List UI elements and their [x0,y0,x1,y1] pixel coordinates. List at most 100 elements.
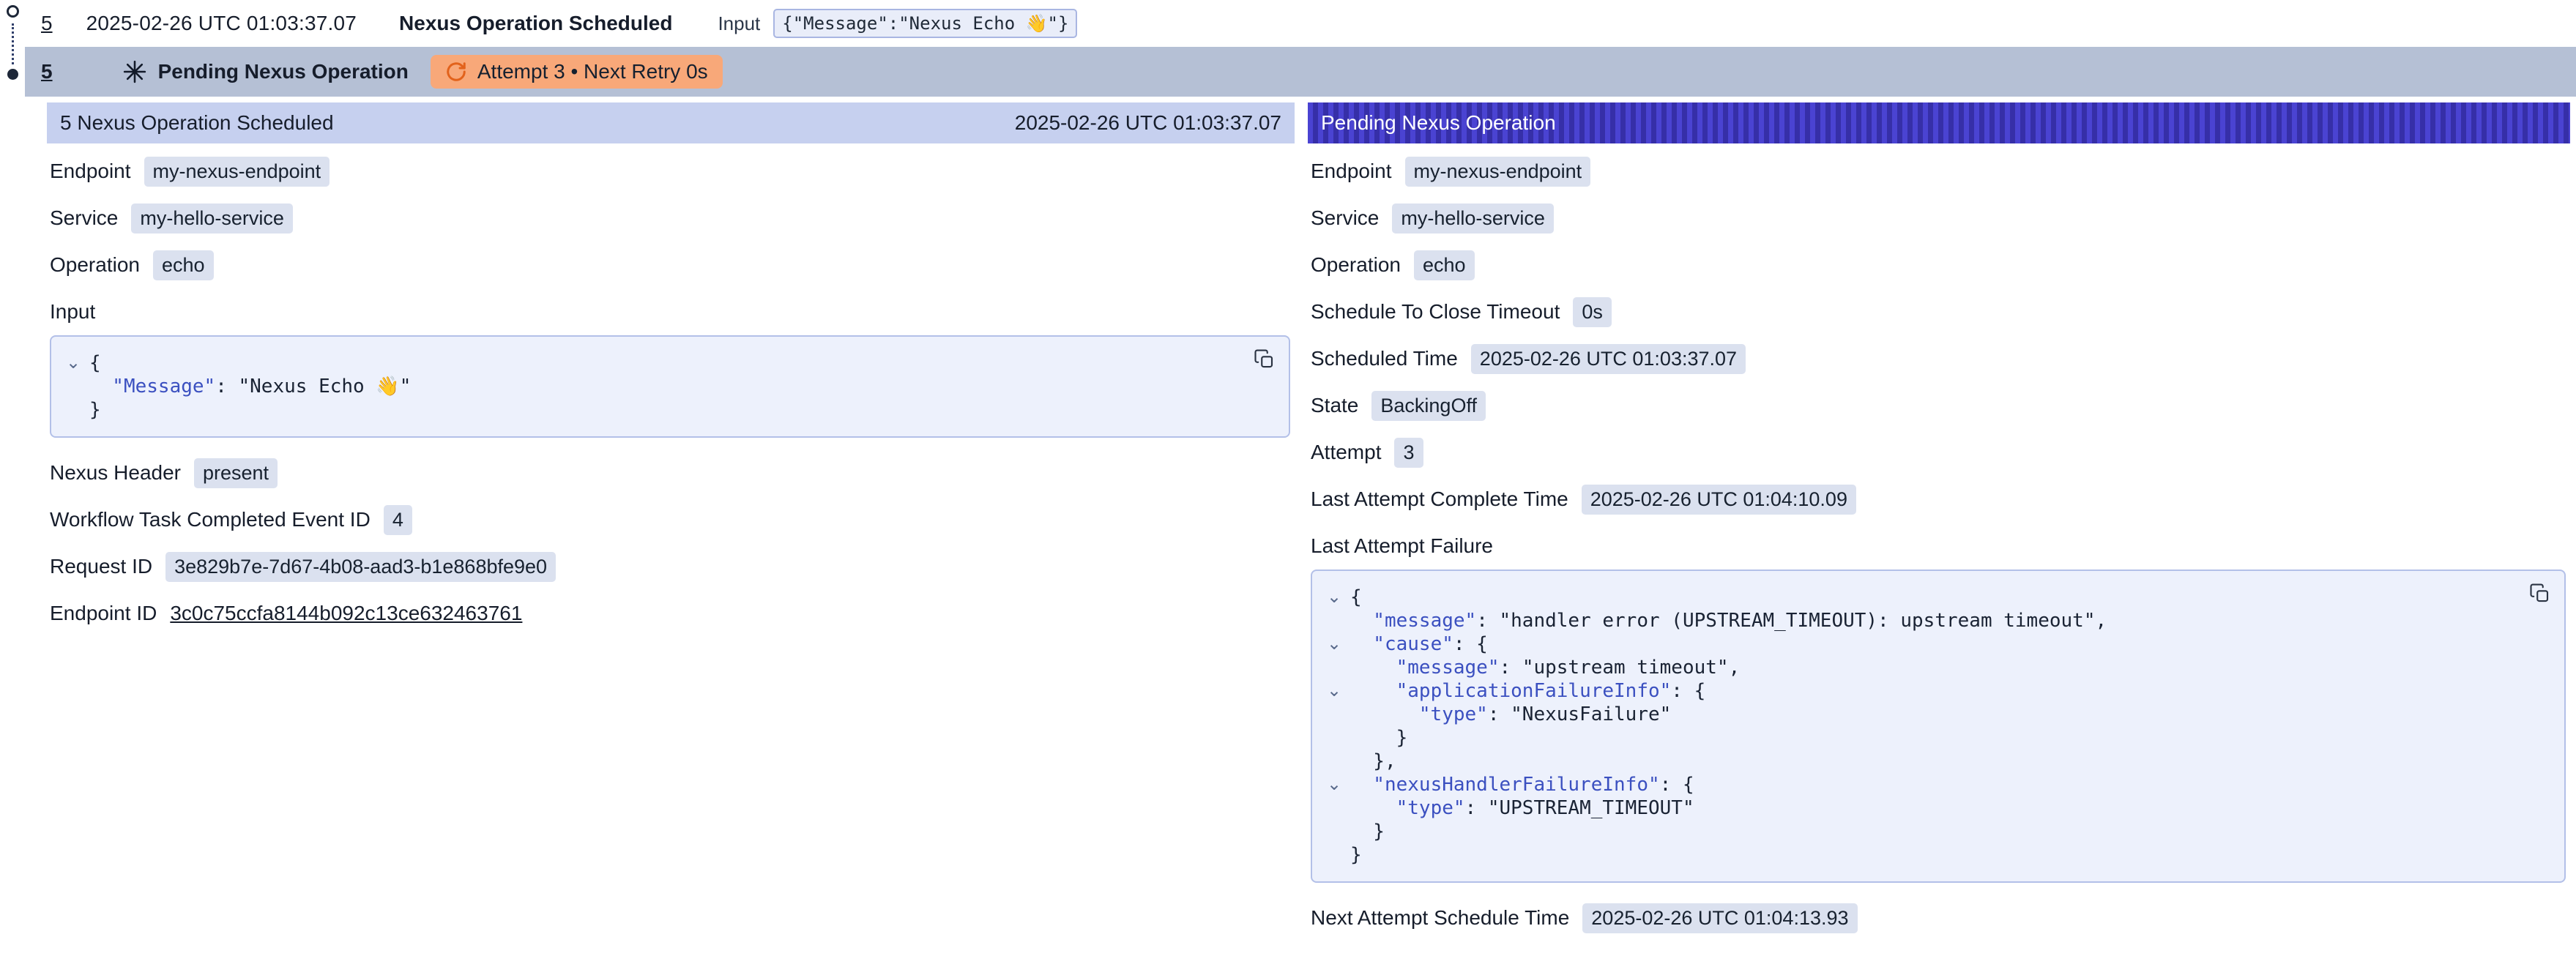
collapse-chevron-icon[interactable]: ⌄ [1318,632,1350,656]
code-line: ⌄"cause": { [1318,632,2513,656]
field-row-request-id: Request ID 3e829b7e-7d67-4b08-aad3-b1e86… [50,552,1295,581]
code-line: }, [1318,750,2513,773]
code-gutter [1318,750,1350,773]
copy-icon [1254,362,1276,373]
copy-button[interactable] [1251,346,1278,376]
code-gutter [57,398,89,422]
event-id-link[interactable]: 5 [41,12,53,35]
code-gutter [1318,609,1350,632]
field-row-endpoint: Endpoint my-nexus-endpoint [50,157,1295,186]
field-row-service: Service my-hello-service [1311,203,2570,233]
code-gutter [1318,820,1350,843]
event-title: Pending Nexus Operation [158,60,409,83]
field-value-chip: 3 [1394,438,1423,468]
event-row-pending-nexus-operation[interactable]: 5 Pending Nexus Operation Attempt 3 • Ne… [25,47,2576,97]
code-gutter [1318,796,1350,820]
field-label: Operation [50,253,140,277]
code-line: ⌄{ [1318,586,2513,609]
timeline-start-circle-icon [7,5,19,18]
field-label: Scheduled Time [1311,347,1458,370]
timeline-gutter [0,0,29,102]
field-value-chip: 2025-02-26 UTC 01:04:13.93 [1582,903,1857,933]
field-label: Endpoint [50,160,131,183]
panel-header-pending: Pending Nexus Operation [1308,102,2570,143]
code-line: ⌄"nexusHandlerFailureInfo": { [1318,773,2513,796]
field-value-chip: my-hello-service [131,203,293,234]
last-attempt-failure-label: Last Attempt Failure [1311,531,2570,561]
input-label: Input [718,12,760,35]
code-line: "type": "UPSTREAM_TIMEOUT" [1318,796,2513,820]
field-value-chip: BackingOff [1371,391,1486,421]
retry-icon [445,61,467,83]
field-row-last-attempt-complete-time: Last Attempt Complete Time 2025-02-26 UT… [1311,485,2570,514]
attempt-retry-badge: Attempt 3 • Next Retry 0s [431,55,723,89]
field-row-scheduled-time: Scheduled Time 2025-02-26 UTC 01:03:37.0… [1311,344,2570,373]
input-json-block: ⌄{"Message": "Nexus Echo 👋"} [50,335,1290,438]
failure-json-block: ⌄{"message": "handler error (UPSTREAM_TI… [1311,570,2566,883]
panel-title: 5 Nexus Operation Scheduled [60,111,334,135]
field-row-operation: Operation echo [1311,250,2570,280]
field-label: Request ID [50,555,152,578]
code-line: ⌄"applicationFailureInfo": { [1318,679,2513,703]
field-label: Next Attempt Schedule Time [1311,906,1569,930]
event-detail-panels: 5 Nexus Operation Scheduled 2025-02-26 U… [47,102,2570,950]
endpoint-id-link[interactable]: 3c0c75ccfa8144b092c13ce632463761 [170,602,522,625]
field-row-endpoint-id: Endpoint ID 3c0c75ccfa8144b092c13ce63246… [50,599,1295,628]
event-row-nexus-operation-scheduled[interactable]: 5 2025-02-26 UTC 01:03:37.07 Nexus Opera… [0,0,2576,47]
copy-button[interactable] [2526,580,2554,610]
field-row-nexus-header: Nexus Header present [50,458,1295,488]
code-gutter [57,375,89,398]
field-row-attempt: Attempt 3 [1311,438,2570,467]
field-row-state: State BackingOff [1311,391,2570,420]
panel-body-pending: Endpoint my-nexus-endpoint Service my-he… [1308,143,2570,933]
field-label: Service [1311,206,1379,230]
field-row-next-attempt-schedule-time: Next Attempt Schedule Time 2025-02-26 UT… [1311,903,2570,933]
panel-nexus-operation-scheduled: 5 Nexus Operation Scheduled 2025-02-26 U… [47,102,1295,646]
field-row-workflow-task-completed-event-id: Workflow Task Completed Event ID 4 [50,505,1295,534]
code-line: } [57,398,1237,422]
field-value-chip: my-hello-service [1392,203,1554,234]
field-value-chip: present [194,458,278,488]
code-gutter [1318,656,1350,679]
event-timestamp: 2025-02-26 UTC 01:03:37.07 [86,12,357,35]
event-title: Nexus Operation Scheduled [399,12,672,35]
pending-asterisk-icon [123,60,146,83]
collapse-chevron-icon[interactable]: ⌄ [57,351,89,375]
code-line: ⌄{ [57,351,1237,375]
code-line: "message": "handler error (UPSTREAM_TIME… [1318,609,2513,632]
field-label: Endpoint [1311,160,1392,183]
field-value-chip: 0s [1573,297,1612,327]
input-preview-chip[interactable]: {"Message":"Nexus Echo 👋"} [773,9,1077,38]
attempt-badge-label: Attempt 3 • Next Retry 0s [477,60,708,83]
field-value-chip: my-nexus-endpoint [1405,157,1591,187]
field-label: Nexus Header [50,461,181,485]
panel-timestamp: 2025-02-26 UTC 01:03:37.07 [1015,111,1281,135]
copy-icon [2529,596,2551,607]
panel-title: Pending Nexus Operation [1321,111,1556,135]
field-value-chip: echo [1414,250,1475,280]
field-row-service: Service my-hello-service [50,203,1295,233]
field-value-chip: 4 [384,505,412,535]
collapse-chevron-icon[interactable]: ⌄ [1318,679,1350,703]
code-line: } [1318,843,2513,867]
field-label: Schedule To Close Timeout [1311,300,1560,324]
code-gutter [1318,843,1350,867]
field-label: Endpoint ID [50,602,157,625]
field-value-chip: my-nexus-endpoint [144,157,330,187]
panel-body-scheduled: Endpoint my-nexus-endpoint Service my-he… [47,143,1295,628]
code-gutter [1318,703,1350,726]
event-id-link[interactable]: 5 [41,60,53,83]
code-gutter [1318,726,1350,750]
code-line: } [1318,820,2513,843]
collapse-chevron-icon[interactable]: ⌄ [1318,586,1350,609]
field-row-schedule-to-close-timeout: Schedule To Close Timeout 0s [1311,297,2570,326]
collapse-chevron-icon[interactable]: ⌄ [1318,773,1350,796]
code-line: "type": "NexusFailure" [1318,703,2513,726]
field-row-operation: Operation echo [50,250,1295,280]
field-value-chip: 2025-02-26 UTC 01:04:10.09 [1582,485,1856,515]
code-line: "Message": "Nexus Echo 👋" [57,375,1237,398]
field-row-endpoint: Endpoint my-nexus-endpoint [1311,157,2570,186]
field-label: State [1311,394,1358,417]
field-value-chip: 2025-02-26 UTC 01:03:37.07 [1471,344,1746,374]
field-value-chip: echo [153,250,214,280]
